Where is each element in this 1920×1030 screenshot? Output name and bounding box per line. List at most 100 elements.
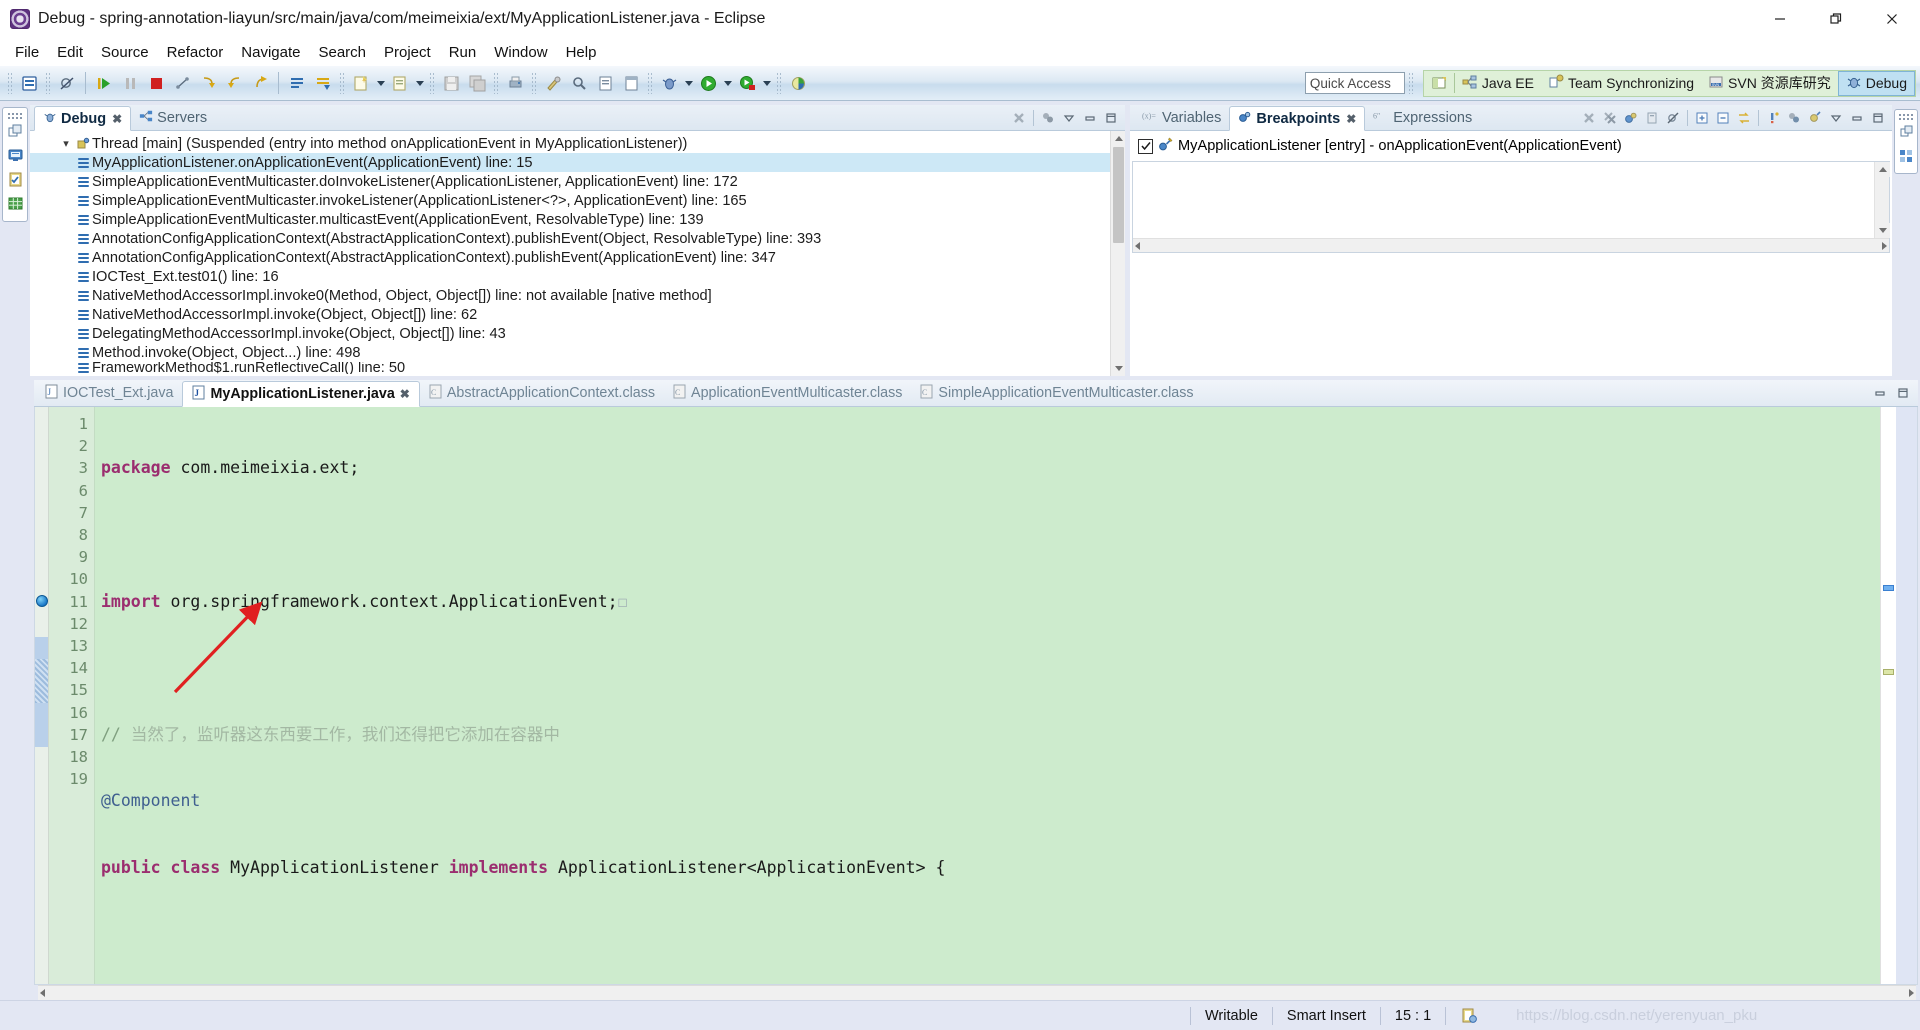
restore-icon[interactable] (1808, 0, 1864, 38)
tab-debug[interactable]: Debug ✖ (34, 106, 132, 131)
servers-grid-icon[interactable] (4, 191, 26, 215)
table-row[interactable]: MyApplicationListener.onApplicationEvent… (30, 153, 1125, 172)
table-row[interactable]: IOCTest_Ext.test01() line: 16 (30, 267, 1125, 286)
maximize-icon[interactable] (1868, 108, 1888, 128)
debug-dropdown-icon[interactable] (682, 70, 695, 96)
overview-marker-breakpoint[interactable] (1883, 585, 1894, 591)
view-menu-icon[interactable] (1826, 108, 1846, 128)
add-exception-breakpoint-icon[interactable] (1763, 108, 1783, 128)
menu-source[interactable]: Source (92, 41, 158, 64)
chevron-down-icon[interactable]: ▾ (58, 137, 74, 150)
editor-tab-applicationeventmulticaster[interactable]: C ApplicationEventMulticaster.class (664, 380, 911, 406)
tree-node-thread[interactable]: ▾ Thread [main] (Suspended (entry into m… (30, 134, 1125, 153)
resume-icon[interactable] (91, 70, 117, 96)
breakpoint-checkbox[interactable] (1138, 138, 1153, 154)
detail-pane-icon[interactable] (1805, 108, 1825, 128)
menu-search[interactable]: Search (309, 41, 375, 64)
suspend-icon[interactable] (117, 70, 143, 96)
detail-pane-hscrollbar[interactable] (1133, 238, 1889, 252)
run-dropdown-icon[interactable] (721, 70, 734, 96)
scrollbar-thumb[interactable] (1113, 147, 1124, 243)
minimize-icon[interactable] (1847, 108, 1867, 128)
table-row[interactable]: FrameworkMethod$1.runReflectiveCall() li… (30, 362, 1125, 374)
save-all-icon[interactable] (464, 70, 490, 96)
maximize-icon[interactable] (1893, 383, 1913, 403)
perspective-java-ee[interactable]: Java EE (1455, 71, 1541, 96)
editor-tab-simpleapplicationeventmulticaster[interactable]: C SimpleApplicationEventMulticaster.clas… (911, 380, 1202, 406)
coverage-dropdown-icon[interactable] (760, 70, 773, 96)
scroll-up-arrow-icon[interactable] (1875, 162, 1890, 177)
overview-marker-todo[interactable] (1883, 669, 1894, 675)
menu-edit[interactable]: Edit (48, 41, 92, 64)
minimize-icon[interactable] (1080, 108, 1100, 128)
quick-access-input[interactable]: Quick Access (1304, 72, 1405, 94)
scroll-right-arrow-icon[interactable] (1909, 989, 1914, 997)
minimize-icon[interactable] (1870, 383, 1890, 403)
link-editor-icon[interactable] (1734, 108, 1754, 128)
coverage-icon[interactable] (734, 70, 760, 96)
open-task-icon[interactable] (592, 70, 618, 96)
editor-horizontal-scrollbar[interactable] (38, 985, 1916, 1000)
scroll-up-arrow-icon[interactable] (1111, 131, 1125, 146)
tab-variables[interactable]: (x)= Variables (1134, 105, 1229, 130)
list-item[interactable]: MyApplicationListener [entry] - onApplic… (1130, 135, 1892, 157)
task-list-icon[interactable] (1895, 144, 1917, 168)
menu-file[interactable]: File (6, 41, 48, 64)
skip-breakpoints-icon[interactable] (54, 70, 80, 96)
working-sets-icon[interactable] (1038, 108, 1058, 128)
restore-view-icon[interactable] (4, 119, 26, 143)
new-folder-dropdown-icon[interactable] (413, 70, 426, 96)
editor-code-text[interactable]: package com.meimeixia.ext; import org.sp… (95, 407, 1880, 984)
close-icon[interactable]: ✖ (400, 387, 410, 401)
toolbar-grip[interactable] (7, 72, 13, 94)
menu-navigate[interactable]: Navigate (232, 41, 309, 64)
table-row[interactable]: AnnotationConfigApplicationContext(Abstr… (30, 248, 1125, 267)
rail-grip[interactable] (7, 112, 23, 119)
open-type-icon[interactable] (284, 70, 310, 96)
skip-all-breakpoints-icon[interactable] (1663, 108, 1683, 128)
toolbar-grip-8[interactable] (776, 72, 782, 94)
scroll-left-arrow-icon[interactable] (40, 989, 45, 997)
disconnect-icon[interactable] (169, 70, 195, 96)
debug-icon[interactable] (656, 70, 682, 96)
perspective-svn[interactable]: SVN SVN 资源库研究 (1701, 71, 1838, 96)
toolbar-grip-2[interactable] (45, 72, 51, 94)
close-icon[interactable]: ✖ (112, 112, 122, 126)
editor-tab-myapplicationlistener[interactable]: J MyApplicationListener.java ✖ (182, 381, 420, 407)
editor-overview-ruler[interactable] (1880, 407, 1896, 984)
table-row[interactable]: SimpleApplicationEventMulticaster.invoke… (30, 191, 1125, 210)
scroll-right-arrow-icon[interactable] (1882, 241, 1887, 250)
print-icon[interactable] (502, 70, 528, 96)
open-perspective-icon[interactable] (1424, 71, 1454, 96)
menu-window[interactable]: Window (485, 41, 556, 64)
rail-grip[interactable] (1898, 113, 1914, 120)
step-over-icon[interactable] (221, 70, 247, 96)
collapse-all-icon[interactable] (1713, 108, 1733, 128)
editor-tab-ioctest[interactable]: J IOCTest_Ext.java (36, 380, 182, 406)
next-annotation-icon[interactable] (310, 70, 336, 96)
show-qualified-names-icon[interactable] (1642, 108, 1662, 128)
console-view-icon[interactable] (4, 143, 26, 167)
outline-view-icon[interactable] (1895, 120, 1917, 144)
editor-annotation-ruler[interactable] (35, 407, 49, 984)
new-folder-icon[interactable] (387, 70, 413, 96)
menu-run[interactable]: Run (440, 41, 486, 64)
toolbar-grip-4[interactable] (429, 72, 435, 94)
tab-breakpoints[interactable]: Breakpoints ✖ (1229, 106, 1366, 131)
scroll-down-arrow-icon[interactable] (1875, 223, 1890, 238)
toolbar-grip-9[interactable] (1407, 72, 1414, 94)
toolbar-grip-3[interactable] (339, 72, 345, 94)
remove-terminated-icon[interactable] (1009, 108, 1029, 128)
scroll-left-arrow-icon[interactable] (1135, 241, 1140, 250)
terminate-icon[interactable] (143, 70, 169, 96)
tasks-view-icon[interactable] (4, 167, 26, 191)
table-row[interactable]: NativeMethodAccessorImpl.invoke(Object, … (30, 305, 1125, 324)
breakpoint-marker-icon[interactable] (36, 595, 48, 607)
new-java-class-icon[interactable] (16, 70, 42, 96)
tab-servers[interactable]: Servers (131, 105, 215, 130)
table-row[interactable]: NativeMethodAccessorImpl.invoke0(Method,… (30, 286, 1125, 305)
table-row[interactable]: DelegatingMethodAccessorImpl.invoke(Obje… (30, 324, 1125, 343)
perspective-debug[interactable]: Debug (1837, 70, 1915, 96)
maximize-icon[interactable] (1101, 108, 1121, 128)
toolbar-grip-7[interactable] (647, 72, 653, 94)
